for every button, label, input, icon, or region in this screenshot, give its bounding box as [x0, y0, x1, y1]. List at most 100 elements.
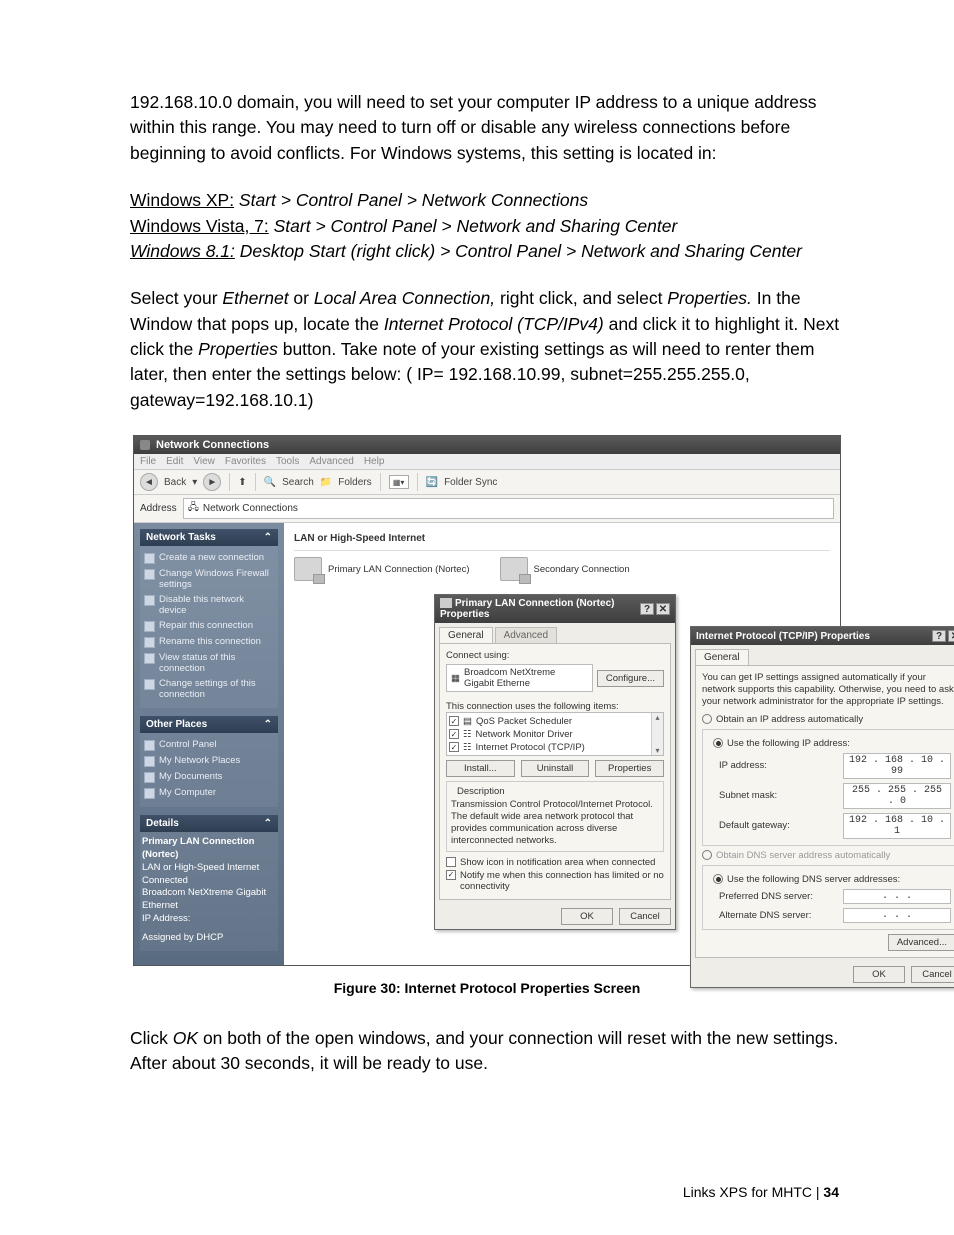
address-input[interactable]: 🖧 Network Connections: [183, 498, 834, 519]
alternate-dns-input[interactable]: . . .: [843, 908, 951, 923]
connection-secondary[interactable]: Secondary Connection: [500, 557, 630, 581]
other-places-header[interactable]: Other Places⌃: [140, 716, 278, 733]
network-tasks-header[interactable]: Network Tasks⌃: [140, 529, 278, 546]
paragraph-1: 192.168.10.0 domain, you will need to se…: [130, 90, 844, 166]
collapse-icon[interactable]: ⌃: [264, 818, 272, 829]
menu-edit[interactable]: Edit: [166, 456, 183, 467]
search-button[interactable]: Search: [282, 477, 314, 488]
help-icon[interactable]: ?: [640, 603, 654, 615]
scrollbar[interactable]: ▴▾: [651, 713, 663, 755]
link-control-panel[interactable]: Control Panel: [142, 737, 276, 753]
ok-button[interactable]: OK: [561, 908, 613, 925]
details-device: Broadcom NetXtreme Gigabit Ethernet: [142, 887, 276, 913]
connection-primary[interactable]: Primary LAN Connection (Nortec): [294, 557, 470, 581]
uninstall-button[interactable]: Uninstall: [521, 760, 590, 777]
menubar[interactable]: File Edit View Favorites Tools Advanced …: [134, 454, 840, 469]
footer-label: Links XPS for MHTC |: [683, 1184, 824, 1200]
network-places-icon: [144, 756, 155, 767]
menu-favorites[interactable]: Favorites: [225, 456, 266, 467]
radio-use-dns[interactable]: Use the following DNS server addresses:: [713, 874, 900, 885]
link-my-computer[interactable]: My Computer: [142, 785, 276, 801]
forward-icon[interactable]: ►: [203, 473, 221, 491]
folder-sync-icon[interactable]: 🔄: [426, 477, 438, 488]
window-titlebar[interactable]: Network Connections: [134, 436, 840, 454]
radio-auto-ip[interactable]: Obtain an IP address automatically: [702, 714, 954, 725]
notify-checkbox[interactable]: ✓Notify me when this connection has limi…: [446, 869, 664, 893]
menu-file[interactable]: File: [140, 456, 156, 467]
close-icon[interactable]: ✕: [656, 603, 670, 615]
tab-advanced[interactable]: Advanced: [495, 627, 557, 643]
documents-icon: [144, 772, 155, 783]
properties-button[interactable]: Properties: [595, 760, 664, 777]
address-label: Address: [140, 503, 177, 514]
back-icon[interactable]: ◄: [140, 473, 158, 491]
tcpip-icon: ☷: [463, 742, 472, 753]
address-value: Network Connections: [203, 503, 298, 514]
details-ip-label: IP Address:: [142, 913, 276, 926]
radio-use-ip[interactable]: Use the following IP address:: [713, 738, 850, 749]
xp-path: Start > Control Panel > Network Connecti…: [234, 190, 588, 210]
subnet-input[interactable]: 255 . 255 . 255 . 0: [843, 783, 951, 809]
install-button[interactable]: Install...: [446, 760, 515, 777]
dialog2-titlebar[interactable]: Internet Protocol (TCP/IP) Properties ?✕: [691, 627, 954, 645]
search-icon[interactable]: 🔍: [264, 477, 276, 488]
cancel-button[interactable]: Cancel: [911, 966, 954, 983]
side-panel: Network Tasks⌃ Create a new connection C…: [134, 523, 284, 965]
figure-screenshot: Network Connections File Edit View Favor…: [130, 435, 844, 996]
page-footer: Links XPS for MHTC | 34: [683, 1184, 839, 1200]
collapse-icon[interactable]: ⌃: [264, 719, 272, 730]
configure-button[interactable]: Configure...: [597, 670, 664, 687]
views-button[interactable]: ▦▾: [389, 475, 409, 489]
menu-view[interactable]: View: [193, 456, 215, 467]
dialog-connection-properties: Primary LAN Connection (Nortec) Properti…: [434, 594, 676, 930]
menu-advanced[interactable]: Advanced: [309, 456, 353, 467]
tab-general[interactable]: General: [439, 627, 493, 643]
window-icon: [140, 440, 150, 450]
folders-button[interactable]: Folders: [338, 477, 371, 488]
ip-input[interactable]: 192 . 168 . 10 . 99: [843, 753, 951, 779]
gateway-input[interactable]: 192 . 168 . 10 . 1: [843, 813, 951, 839]
description-group: Description Transmission Control Protoco…: [446, 781, 664, 852]
paragraph-3: Select your Ethernet or Local Area Conne…: [130, 286, 844, 413]
link-network-places[interactable]: My Network Places: [142, 753, 276, 769]
task-disable-device[interactable]: Disable this network device: [142, 592, 276, 618]
ok-button[interactable]: OK: [853, 966, 905, 983]
repair-icon: [144, 621, 155, 632]
folders-icon[interactable]: 📁: [320, 477, 332, 488]
folder-sync-button[interactable]: Folder Sync: [444, 477, 497, 488]
up-icon[interactable]: ⬆: [238, 477, 246, 488]
preferred-dns-input[interactable]: . . .: [843, 889, 951, 904]
gateway-label: Default gateway:: [719, 820, 790, 831]
settings-icon: [144, 679, 155, 690]
cancel-button[interactable]: Cancel: [619, 908, 671, 925]
task-create-connection[interactable]: Create a new connection: [142, 550, 276, 566]
page-number: 34: [823, 1184, 839, 1200]
collapse-icon[interactable]: ⌃: [264, 532, 272, 543]
details-status: Connected: [142, 875, 276, 888]
back-button[interactable]: Back: [164, 477, 186, 488]
help-icon[interactable]: ?: [932, 630, 946, 642]
window-network-connections: Network Connections File Edit View Favor…: [133, 435, 841, 966]
tab-general[interactable]: General: [695, 649, 749, 665]
nic-icon: ▦: [451, 673, 460, 684]
ip-label: IP address:: [719, 760, 767, 771]
task-firewall-settings[interactable]: Change Windows Firewall settings: [142, 566, 276, 592]
menu-help[interactable]: Help: [364, 456, 385, 467]
adapter-field: ▦Broadcom NetXtreme Gigabit Etherne: [446, 664, 593, 692]
computer-icon: [144, 788, 155, 799]
connect-using-label: Connect using:: [446, 650, 664, 661]
details-header[interactable]: Details⌃: [140, 815, 278, 832]
dialog1-titlebar[interactable]: Primary LAN Connection (Nortec) Properti…: [435, 595, 675, 623]
menu-tools[interactable]: Tools: [276, 456, 299, 467]
task-change-settings[interactable]: Change settings of this connection: [142, 676, 276, 702]
toolbar: ◄ Back▾ ► ⬆ 🔍Search 📁Folders ▦▾ 🔄Folder …: [134, 469, 840, 495]
close-icon[interactable]: ✕: [948, 630, 954, 642]
items-listbox[interactable]: ✓▤QoS Packet Scheduler ✓☷Network Monitor…: [446, 712, 664, 756]
link-my-documents[interactable]: My Documents: [142, 769, 276, 785]
task-view-status[interactable]: View status of this connection: [142, 650, 276, 676]
vista-path: Start > Control Panel > Network and Shar…: [269, 216, 678, 236]
advanced-button[interactable]: Advanced...: [888, 934, 954, 951]
task-repair-connection[interactable]: Repair this connection: [142, 618, 276, 634]
show-icon-checkbox[interactable]: Show icon in notification area when conn…: [446, 856, 664, 869]
task-rename-connection[interactable]: Rename this connection: [142, 634, 276, 650]
